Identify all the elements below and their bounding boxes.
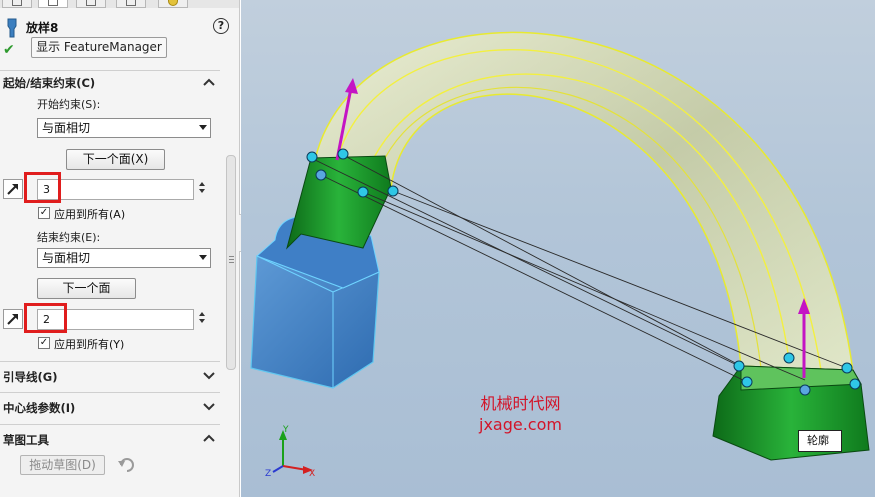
chevron-down-icon[interactable] <box>203 401 215 411</box>
tab-configurationmanager[interactable] <box>76 0 106 8</box>
divider <box>0 392 220 393</box>
apply-all-checkbox-2[interactable]: ✓ <box>38 337 50 349</box>
manager-tabs <box>0 0 239 8</box>
divider <box>0 424 220 425</box>
highlight-box <box>24 303 67 333</box>
chevron-up-icon[interactable] <box>203 433 215 443</box>
apply-all-label-1: 应用到所有(A) <box>54 208 126 221</box>
dropdown-arrow-icon <box>199 255 207 260</box>
tangent-arrow-icon <box>3 309 23 329</box>
panel-scrollbar[interactable] <box>226 155 236 370</box>
next-face-button-2[interactable]: 下一个面 <box>37 278 136 299</box>
end-green-block <box>712 365 870 461</box>
start-length-spinner[interactable] <box>196 179 208 199</box>
triad-x-label: X <box>309 469 315 479</box>
feature-title: 放样8 <box>26 21 59 35</box>
end-constraint-label: 结束约束(E): <box>37 231 101 244</box>
show-featuremanager-button[interactable]: 显示 FeatureManager <box>31 37 167 58</box>
profile-tag[interactable]: 轮廓 <box>798 430 842 452</box>
loft-feature-icon <box>7 18 17 38</box>
chevron-up-icon[interactable] <box>203 77 215 87</box>
dropdown-arrow-icon <box>199 125 207 130</box>
tab-propertymanager[interactable] <box>38 0 68 8</box>
section-title-centerline[interactable]: 中心线参数(I) <box>3 400 75 416</box>
divider <box>0 361 220 362</box>
tab-display[interactable] <box>158 0 188 8</box>
triad-z-label: Z <box>265 469 271 479</box>
tab-dimxpert[interactable] <box>116 0 146 8</box>
triad-y-label: Y <box>282 425 289 435</box>
drag-sketch-button[interactable]: 拖动草图(D) <box>20 455 105 475</box>
tab-featuremanager[interactable] <box>2 0 32 8</box>
check-icon[interactable]: ✔ <box>3 42 15 58</box>
tangent-arrow-icon <box>3 179 23 199</box>
start-constraint-label: 开始约束(S): <box>37 98 101 111</box>
watermark: 机械时代网 jxage.com <box>479 393 562 435</box>
start-constraint-select[interactable]: 与面相切 <box>37 118 211 138</box>
next-face-button-1[interactable]: 下一个面(X) <box>66 149 165 170</box>
help-icon[interactable]: ? <box>213 18 229 34</box>
start-constraint-value: 与面相切 <box>42 121 91 135</box>
apply-all-label-2: 应用到所有(Y) <box>54 338 125 351</box>
end-length-spinner[interactable] <box>196 309 208 329</box>
undo-icon[interactable] <box>117 457 137 477</box>
highlight-box <box>24 172 61 203</box>
watermark-en: jxage.com <box>479 415 562 434</box>
apply-all-checkbox-1[interactable]: ✓ <box>38 207 50 219</box>
loft-body <box>314 31 854 373</box>
section-title-sketch-tools[interactable]: 草图工具 <box>3 432 49 448</box>
divider <box>0 70 220 71</box>
triad-icon: Y Z X <box>265 425 315 479</box>
chevron-down-icon[interactable] <box>203 370 215 380</box>
watermark-cn: 机械时代网 <box>480 394 561 413</box>
graphics-viewport[interactable]: Y Z X 机械时代网 jxage.com 轮廓 <box>241 0 875 497</box>
section-title-guides[interactable]: 引导线(G) <box>3 369 57 385</box>
end-constraint-select[interactable]: 与面相切 <box>37 248 211 268</box>
property-manager: 放样8 ? ✔ 显示 FeatureManager 起始/结束约束(C) 开始约… <box>0 0 240 497</box>
section-title-start-end[interactable]: 起始/结束约束(C) <box>3 75 95 91</box>
end-constraint-value: 与面相切 <box>42 251 91 265</box>
start-green-section <box>286 155 392 250</box>
